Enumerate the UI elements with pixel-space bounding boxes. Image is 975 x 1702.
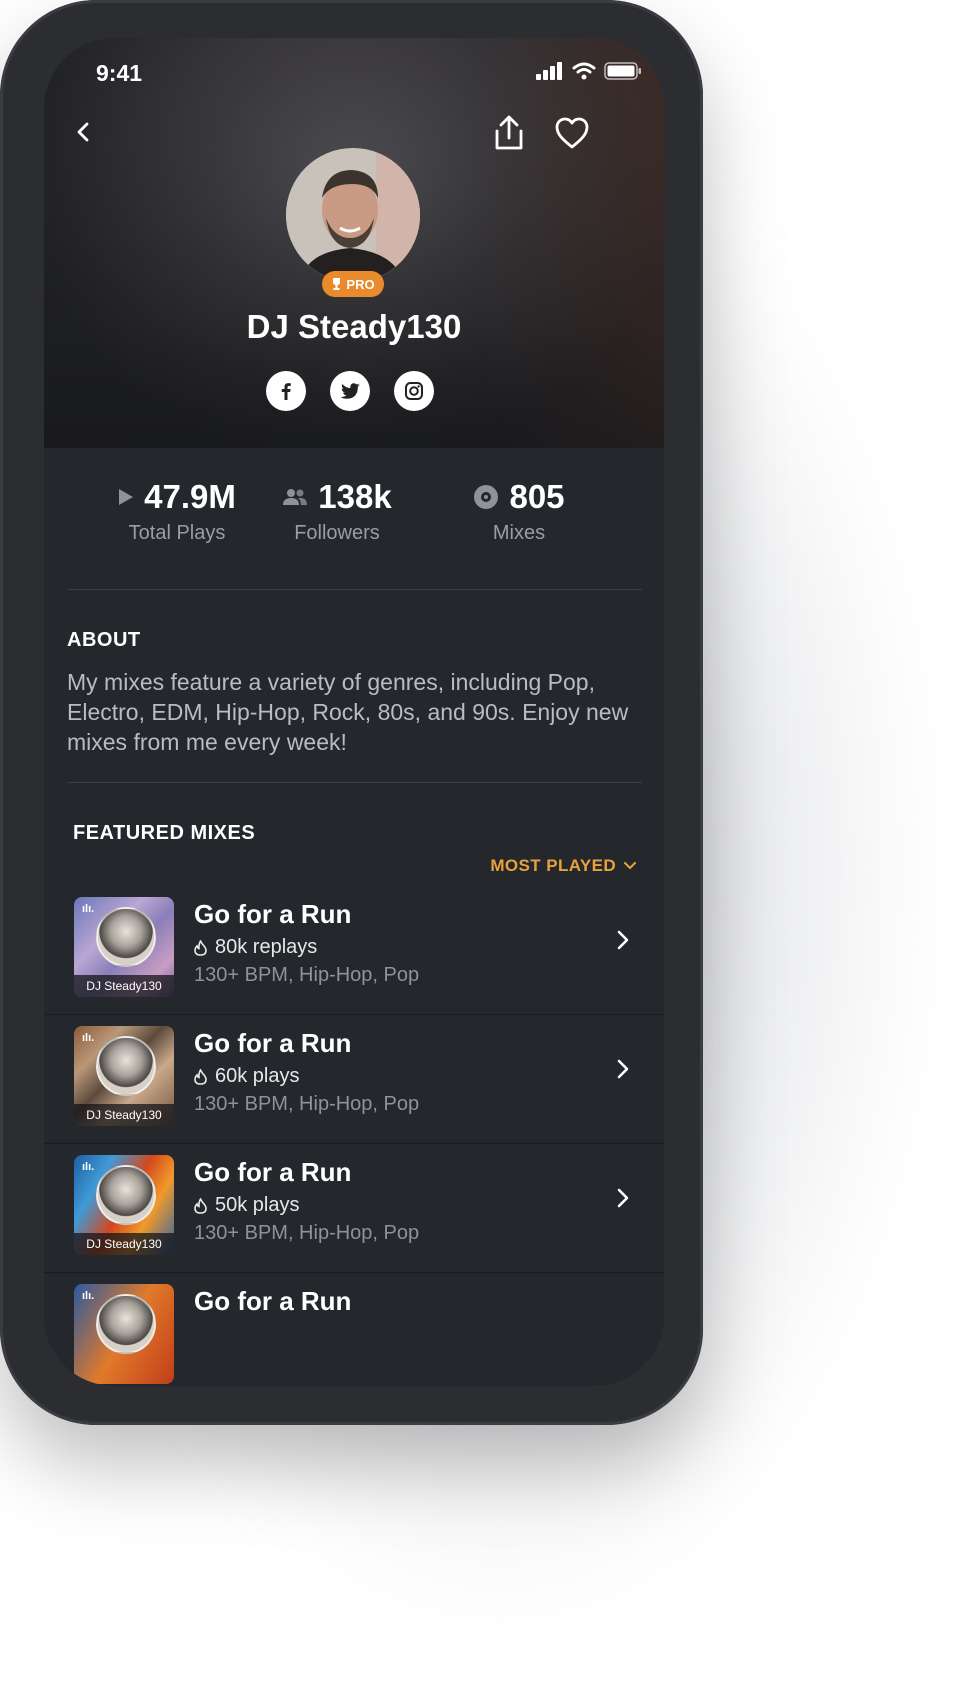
signal-icon — [536, 62, 562, 80]
mix-stat-text: 80k replays — [215, 936, 318, 958]
mix-caption: DJ Steady130 — [74, 1233, 174, 1255]
mix-logo: ılı. — [82, 903, 95, 915]
social-links — [266, 371, 434, 411]
mix-meta: 130+ BPM, Hip-Hop, Pop — [194, 1222, 420, 1244]
twitter-icon — [340, 383, 360, 399]
stat-value: 47.9M — [144, 478, 236, 515]
mix-title: Go for a Run — [194, 1286, 352, 1316]
share-icon — [495, 115, 523, 150]
status-icons — [536, 62, 642, 80]
battery-icon — [604, 62, 641, 80]
stat-label: Mixes — [492, 522, 546, 544]
mix-logo: ılı. — [82, 1032, 95, 1044]
mix-title: Go for a Run — [194, 1157, 352, 1187]
chevron-left-icon — [77, 122, 89, 142]
twitter-link[interactable] — [330, 371, 370, 411]
play-icon — [119, 489, 134, 505]
instagram-icon — [405, 382, 423, 400]
mix-avatar — [96, 1036, 156, 1096]
featured-mixes-title: FEATURED MIXES — [73, 822, 256, 844]
profile-header: 9:41 PRO DJ Steady130 — [44, 38, 664, 448]
facebook-icon — [281, 383, 291, 400]
back-button[interactable] — [72, 120, 96, 149]
avatar-portrait — [286, 148, 420, 282]
mix-meta: 130+ BPM, Hip-Hop, Pop — [194, 964, 420, 986]
mix-thumbnail: ılı. DJ Steady130 — [74, 1155, 174, 1255]
about-title: ABOUT — [67, 629, 141, 651]
mix-row[interactable]: ılı. DJ Steady130 Go for a Run 60k plays… — [44, 1003, 664, 1144]
pro-badge: PRO — [322, 271, 384, 297]
mix-avatar — [96, 1165, 156, 1225]
mix-stat-text: 50k plays — [215, 1194, 300, 1216]
chevron-down-icon — [624, 862, 636, 870]
mix-logo: ılı. — [82, 1161, 95, 1173]
flame-icon — [194, 1197, 207, 1214]
stat-total-plays: 47.9M Total Plays — [112, 478, 242, 545]
stat-value: 805 — [509, 478, 565, 515]
pro-badge-label: PRO — [346, 276, 375, 292]
mix-title: Go for a Run — [194, 1028, 352, 1058]
divider — [67, 782, 642, 783]
sort-dropdown[interactable]: MOST PLAYED — [490, 856, 636, 876]
profile-name: DJ Steady130 — [246, 308, 462, 345]
heart-icon — [555, 117, 589, 149]
status-time: 9:41 — [96, 60, 143, 86]
disc-icon — [474, 485, 499, 509]
flame-icon — [194, 1068, 207, 1085]
mix-caption: DJ Steady130 — [74, 1104, 174, 1126]
mix-title: Go for a Run — [194, 899, 352, 929]
users-icon — [283, 489, 308, 505]
stat-value: 138k — [318, 478, 392, 515]
flame-icon — [194, 939, 207, 956]
mix-stat-text: 60k plays — [215, 1065, 300, 1087]
share-button[interactable] — [492, 114, 526, 157]
stat-label: Total Plays — [128, 522, 226, 544]
stat-label: Followers — [294, 522, 380, 544]
mix-avatar — [96, 907, 156, 967]
stat-followers: 138k Followers — [282, 478, 392, 545]
chevron-right-icon — [617, 1059, 629, 1079]
mix-meta: 130+ BPM, Hip-Hop, Pop — [194, 1093, 420, 1115]
mix-avatar — [96, 1294, 156, 1354]
mix-row[interactable]: ılı. Go for a Run — [44, 1261, 664, 1386]
mix-thumbnail: ılı. DJ Steady130 — [74, 897, 174, 997]
avatar — [286, 148, 420, 282]
instagram-link[interactable] — [394, 371, 434, 411]
mix-thumbnail: ılı. DJ Steady130 — [74, 1026, 174, 1126]
mix-caption: DJ Steady130 — [74, 975, 174, 997]
chevron-right-icon — [617, 1188, 629, 1208]
mix-logo: ılı. — [82, 1290, 95, 1302]
favorite-button[interactable] — [554, 116, 590, 155]
chevron-right-icon — [617, 930, 629, 950]
stats-row: 47.9M Total Plays 138k Followers 805 Mix… — [44, 478, 664, 588]
sort-label: MOST PLAYED — [490, 856, 616, 875]
stat-mixes: 805 Mixes — [464, 478, 574, 545]
facebook-link[interactable] — [266, 371, 306, 411]
about-text: My mixes feature a variety of genres, in… — [67, 669, 629, 755]
phone-frame: 9:41 PRO DJ Steady130 47.9M Total Plays … — [0, 0, 703, 1425]
divider — [67, 589, 642, 590]
wifi-icon — [572, 62, 596, 80]
profile-screen: 9:41 PRO DJ Steady130 47.9M Total Plays … — [44, 38, 664, 1386]
trophy-icon — [333, 278, 341, 290]
mix-row[interactable]: ılı. DJ Steady130 Go for a Run 80k repla… — [44, 874, 664, 1015]
mix-row[interactable]: ılı. DJ Steady130 Go for a Run 50k plays… — [44, 1132, 664, 1273]
mix-thumbnail: ılı. — [74, 1284, 174, 1384]
